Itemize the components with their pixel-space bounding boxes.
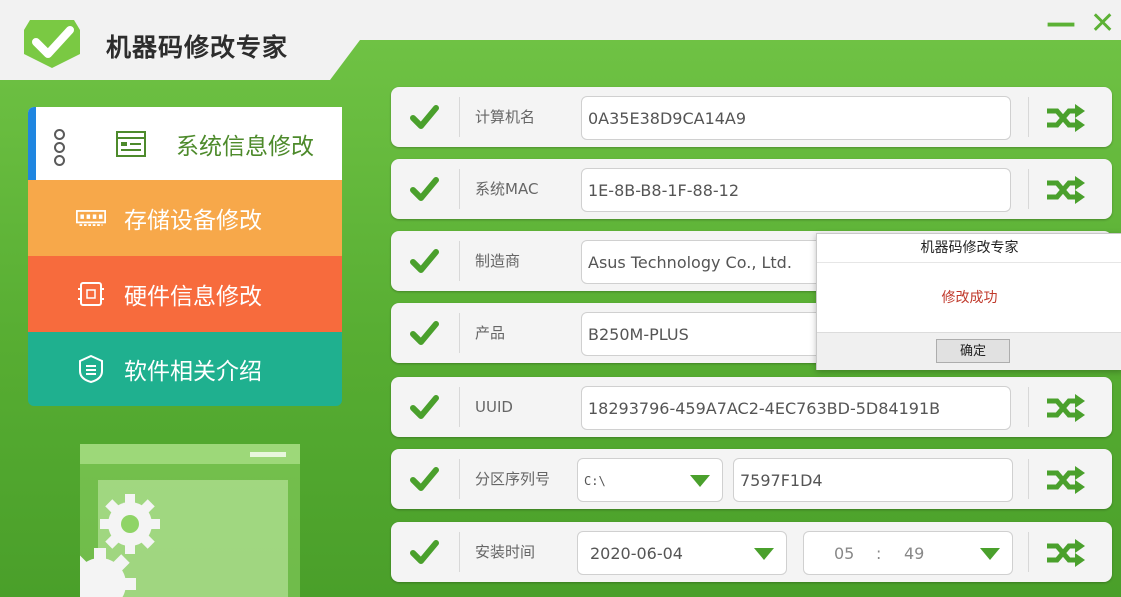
dialog-message: 修改成功 — [941, 290, 998, 306]
active-indicator — [28, 107, 36, 180]
row-mac: 系统MAC 1E-8B-B8-1F-88-12 — [391, 159, 1112, 219]
shuffle-icon[interactable] — [1045, 101, 1085, 133]
uuid-input[interactable]: 18293796-459A7AC2-4EC763BD-5D84191B — [581, 386, 1011, 430]
partition-serial-input[interactable]: 7597F1D4 — [733, 458, 1013, 502]
divider — [459, 169, 460, 209]
row-computer-name: 计算机名 0A35E38D9CA14A9 — [391, 87, 1112, 147]
computer-name-input[interactable]: 0A35E38D9CA14A9 — [581, 96, 1011, 140]
nav-label: 软件相关介绍 — [124, 359, 262, 385]
field-label: 分区序列号 — [475, 470, 551, 488]
divider — [1028, 169, 1029, 209]
checkbox-checked-icon[interactable] — [409, 247, 439, 275]
chevron-down-icon — [980, 548, 1000, 560]
checkbox-checked-icon[interactable] — [409, 103, 439, 131]
time-select[interactable]: 05 : 49 — [803, 531, 1013, 575]
chevron-down-icon — [690, 475, 710, 487]
nav-item-system-info[interactable]: 系统信息修改 — [28, 107, 342, 180]
success-dialog: 机器码修改专家 修改成功 确定 — [816, 233, 1121, 370]
divider — [1028, 387, 1029, 427]
time-colon: : — [876, 544, 882, 563]
nav-item-hardware[interactable]: 硬件信息修改 — [28, 256, 342, 332]
dialog-footer: 确定 — [817, 332, 1121, 370]
field-label: 制造商 — [475, 252, 521, 270]
drive-select-value: C:\ — [584, 474, 606, 488]
system-info-icon — [116, 129, 146, 159]
divider — [459, 532, 460, 572]
dialog-title: 机器码修改专家 — [817, 234, 1121, 263]
divider — [459, 459, 460, 499]
date-value: 2020-06-04 — [590, 544, 683, 563]
row-partition-serial: 分区序列号 C:\ 7597F1D4 — [391, 449, 1112, 509]
shuffle-icon[interactable] — [1045, 173, 1085, 205]
checkbox-checked-icon[interactable] — [409, 538, 439, 566]
shuffle-icon[interactable] — [1045, 463, 1085, 495]
field-label: 计算机名 — [475, 108, 536, 126]
shield-info-icon — [76, 354, 106, 384]
field-label: UUID — [475, 398, 513, 416]
drive-select[interactable]: C:\ — [577, 458, 723, 502]
divider — [459, 313, 460, 353]
field-label: 系统MAC — [475, 180, 539, 198]
field-label: 安装时间 — [475, 543, 536, 561]
shuffle-icon[interactable] — [1045, 391, 1085, 423]
nav-item-software[interactable]: 软件相关介绍 — [28, 332, 342, 406]
field-label: 产品 — [475, 324, 506, 342]
chevron-down-icon — [754, 548, 774, 560]
divider — [459, 97, 460, 137]
row-uuid: UUID 18293796-459A7AC2-4EC763BD-5D84191B — [391, 377, 1112, 437]
settings-illustration — [80, 444, 300, 597]
divider — [1028, 97, 1029, 137]
divider — [459, 387, 460, 427]
minimize-button[interactable]: — — [1046, 4, 1076, 44]
divider — [1028, 459, 1029, 499]
row-install-time: 安装时间 2020-06-04 05 : 49 — [391, 522, 1112, 582]
storage-icon — [76, 203, 106, 233]
checkbox-checked-icon[interactable] — [409, 393, 439, 421]
drag-dots-icon — [54, 129, 65, 168]
nav-label: 硬件信息修改 — [124, 284, 262, 310]
divider — [459, 241, 460, 281]
divider — [1028, 532, 1029, 572]
checkbox-checked-icon[interactable] — [409, 465, 439, 493]
close-button[interactable]: ✕ — [1090, 4, 1115, 44]
checkbox-checked-icon[interactable] — [409, 319, 439, 347]
date-select[interactable]: 2020-06-04 — [577, 531, 787, 575]
checkbox-checked-icon[interactable] — [409, 175, 439, 203]
nav-item-storage[interactable]: 存储设备修改 — [28, 180, 342, 256]
ok-button[interactable]: 确定 — [936, 339, 1010, 363]
hour-value: 05 — [834, 544, 855, 563]
nav-label: 存储设备修改 — [124, 208, 262, 234]
minute-value: 49 — [904, 544, 925, 563]
nav-label: 系统信息修改 — [176, 133, 314, 160]
app-logo-icon — [24, 20, 80, 68]
chip-icon — [76, 279, 106, 309]
mac-input[interactable]: 1E-8B-B8-1F-88-12 — [581, 168, 1011, 212]
app-title: 机器码修改专家 — [106, 33, 289, 62]
shuffle-icon[interactable] — [1045, 536, 1085, 568]
